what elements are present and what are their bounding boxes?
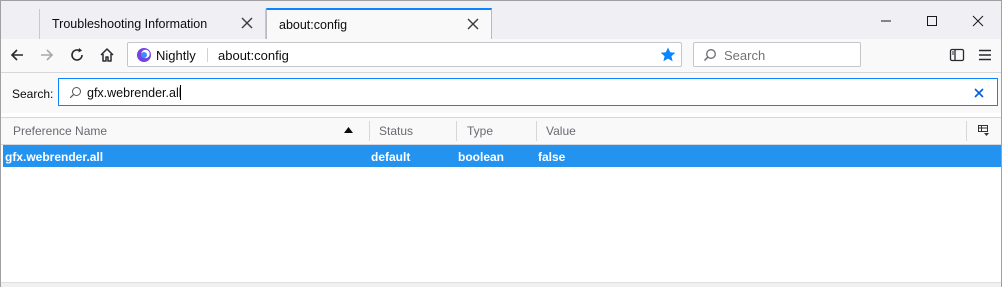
url-text[interactable]: about:config xyxy=(218,48,289,63)
browser-window: Troubleshooting Information about:config xyxy=(0,0,1002,287)
config-search-input[interactable]: gfx.webrender.all xyxy=(58,78,998,106)
column-divider[interactable] xyxy=(536,121,537,141)
sort-ascending-icon[interactable] xyxy=(344,127,353,133)
bookmark-star-icon[interactable] xyxy=(659,46,677,64)
maximize-button[interactable] xyxy=(909,9,955,33)
column-status[interactable]: Status xyxy=(379,124,413,138)
column-value[interactable]: Value xyxy=(546,124,576,138)
config-search-bar: Search: gfx.webrender.all xyxy=(1,73,1001,113)
tab-troubleshooting[interactable]: Troubleshooting Information xyxy=(39,9,266,39)
column-divider[interactable] xyxy=(456,121,457,141)
config-search-label: Search: xyxy=(12,87,54,101)
window-close-button[interactable] xyxy=(955,9,1001,33)
nightly-logo-icon xyxy=(137,48,151,62)
value-cell: false xyxy=(538,150,566,164)
tab-strip: Troubleshooting Information about:config xyxy=(1,1,1001,40)
home-button[interactable] xyxy=(95,43,119,67)
sidebar-button[interactable] xyxy=(945,43,969,67)
reload-button[interactable] xyxy=(65,43,89,67)
status-cell: default xyxy=(371,150,411,164)
column-type[interactable]: Type xyxy=(467,124,493,138)
url-separator xyxy=(207,48,208,62)
column-divider[interactable] xyxy=(369,121,370,141)
close-icon xyxy=(972,15,984,27)
navigation-toolbar: Nightly about:config Search xyxy=(1,39,1001,73)
horizontal-scrollbar[interactable] xyxy=(1,282,1001,287)
column-preference-name[interactable]: Preference Name xyxy=(13,124,107,138)
forward-button[interactable] xyxy=(35,43,59,67)
search-icon xyxy=(69,87,81,99)
text-caret xyxy=(180,85,181,100)
minimize-icon xyxy=(881,20,891,22)
column-divider[interactable] xyxy=(966,121,967,141)
url-bar[interactable]: Nightly about:config xyxy=(127,42,682,67)
tab-about-config[interactable]: about:config xyxy=(266,8,492,39)
search-icon xyxy=(703,49,716,62)
sidebar-icon xyxy=(949,48,965,62)
config-search-value: gfx.webrender.all xyxy=(87,86,182,100)
close-icon[interactable] xyxy=(465,16,481,32)
reload-icon xyxy=(71,48,83,61)
identity-label: Nightly xyxy=(156,48,196,63)
web-search-field[interactable]: Search xyxy=(693,42,861,67)
preference-name-cell: gfx.webrender.all xyxy=(5,150,104,164)
back-icon xyxy=(10,49,23,61)
preferences-table-header: Preference Name Status Type Value xyxy=(1,117,1001,145)
app-menu-button[interactable] xyxy=(973,43,997,67)
type-cell: boolean xyxy=(458,150,505,164)
search-placeholder: Search xyxy=(724,48,766,63)
table-row[interactable]: gfx.webrender.all default boolean false xyxy=(3,145,1001,167)
tab-label: Troubleshooting Information xyxy=(52,17,208,31)
home-icon xyxy=(100,48,114,62)
maximize-icon xyxy=(927,16,937,26)
menu-icon xyxy=(979,49,991,61)
forward-icon xyxy=(41,49,54,61)
back-button[interactable] xyxy=(5,43,29,67)
close-icon[interactable] xyxy=(239,15,255,31)
clear-icon[interactable] xyxy=(973,87,985,99)
minimize-button[interactable] xyxy=(863,9,909,33)
tab-label: about:config xyxy=(279,18,348,32)
column-picker-icon[interactable] xyxy=(978,125,990,137)
